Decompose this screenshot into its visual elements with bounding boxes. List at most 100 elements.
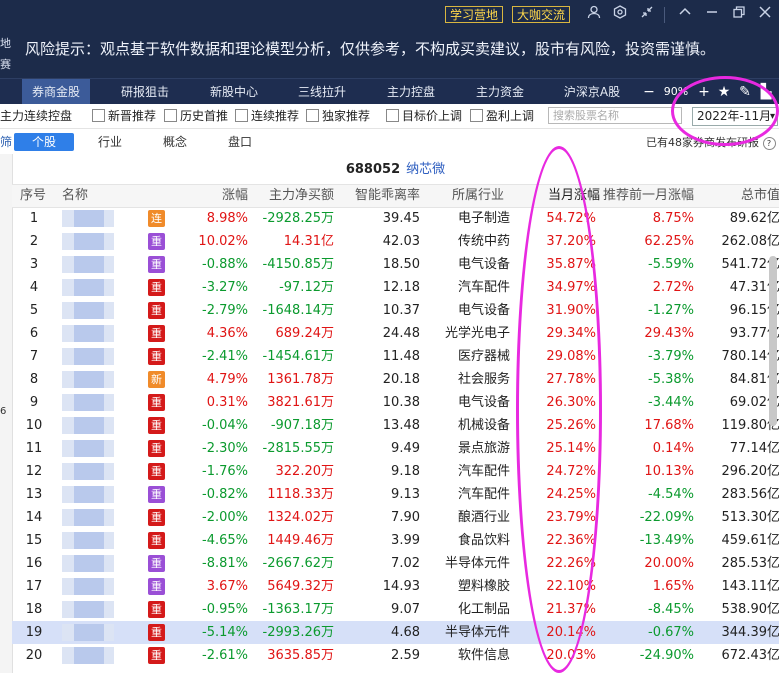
filter-exclusive[interactable]: 独家推荐 <box>306 108 370 124</box>
table-row[interactable]: 3 重 -0.88% -4150.85万 18.50 电气设备 35.87% -5.59% 54… <box>12 253 779 276</box>
chevron-up-icon[interactable] <box>675 5 695 25</box>
industry-cell[interactable]: 酿酒行业 <box>426 506 510 529</box>
checkbox[interactable] <box>235 109 248 122</box>
table-row[interactable]: 15 重 -4.65% 1449.46万 3.99 食品饮料 22.36% -13.49% 45… <box>12 529 779 552</box>
checkbox[interactable] <box>470 109 483 122</box>
industry-cell[interactable]: 光学光电子 <box>426 322 510 345</box>
user-icon[interactable] <box>584 5 604 25</box>
industry-cell[interactable]: 电气设备 <box>426 391 510 414</box>
table-row[interactable]: 19 重 -5.14% -2993.26万 4.68 半导体元件 20.14% -0.67% 3… <box>12 621 779 644</box>
industry-cell[interactable]: 化工制品 <box>426 598 510 621</box>
col-change[interactable]: 涨幅 <box>182 185 248 207</box>
table-row[interactable]: 7 重 -2.41% -1454.61万 11.48 医疗器械 29.08% -3.79% 78… <box>12 345 779 368</box>
industry-cell[interactable]: 景点旅游 <box>426 437 510 460</box>
industry-cell[interactable]: 传统中药 <box>426 230 510 253</box>
table-row[interactable]: 5 重 -2.79% -1648.14万 10.37 电气设备 31.90% -1.27% 96… <box>12 299 779 322</box>
industry-cell[interactable]: 食品饮料 <box>426 529 510 552</box>
industry-cell[interactable]: 汽车配件 <box>426 483 510 506</box>
table-row[interactable]: 1 连 8.98% -2928.25万 39.45 电子制造 54.72% 8.75% 89.6… <box>12 207 779 230</box>
filter-continuous[interactable]: 连续推荐 <box>235 108 299 124</box>
table-row[interactable]: 16 重 -8.81% -2667.62万 7.02 半导体元件 22.26% 20.00% 2… <box>12 552 779 575</box>
table-row[interactable]: 9 重 0.31% 3821.61万 10.38 电气设备 26.30% -3.44% 69.0… <box>12 391 779 414</box>
industry-cell[interactable]: 社会服务 <box>426 368 510 391</box>
table-row[interactable]: 18 重 -0.95% -1363.17万 9.07 化工制品 21.37% -8.45% 53… <box>12 598 779 621</box>
stock-name-blurred[interactable] <box>62 233 114 250</box>
filter-new-recommend[interactable]: 新晋推荐 <box>92 108 156 124</box>
stock-name-blurred[interactable] <box>62 509 114 526</box>
checkbox[interactable] <box>164 109 177 122</box>
industry-cell[interactable]: 半导体元件 <box>426 552 510 575</box>
table-row[interactable]: 12 重 -1.76% 322.20万 9.18 汽车配件 24.72% 10.13% 296.… <box>12 460 779 483</box>
stock-name-blurred[interactable] <box>62 601 114 618</box>
col-industry[interactable]: 所属行业 <box>452 185 504 207</box>
industry-cell[interactable]: 电子制造 <box>426 207 510 230</box>
stock-name-blurred[interactable] <box>62 486 114 503</box>
industry-cell[interactable]: 机械设备 <box>426 414 510 437</box>
settings-icon[interactable] <box>610 5 630 25</box>
col-index[interactable]: 序号 <box>20 185 46 207</box>
tab-three-line-rise[interactable]: 三线拉升 <box>287 79 357 105</box>
table-row[interactable]: 2 重 10.02% 14.31亿 42.03 传统中药 37.20% 62.25% 262.0… <box>12 230 779 253</box>
table-row[interactable]: 13 重 -0.82% 1118.33万 9.13 汽车配件 24.25% -4.54% 283… <box>12 483 779 506</box>
col-market-cap[interactable]: 总市值 <box>704 185 779 207</box>
tab-research-snipe[interactable]: 研报狙击 <box>110 79 180 105</box>
industry-cell[interactable]: 医疗器械 <box>426 345 510 368</box>
subtab-concept[interactable]: 概念 <box>145 133 205 151</box>
stock-name-blurred[interactable] <box>62 555 114 572</box>
stock-name-blurred[interactable] <box>62 394 114 411</box>
table-row[interactable]: 10 重 -0.04% -907.18万 13.48 机械设备 25.26% 17.68% 11… <box>12 414 779 437</box>
col-name[interactable]: 名称 <box>62 185 88 207</box>
tab-a-shares[interactable]: 沪深京A股 <box>554 79 630 105</box>
stock-name-blurred[interactable] <box>62 440 114 457</box>
filter-profit-up[interactable]: 盈利上调 <box>470 108 534 124</box>
table-row[interactable]: 6 重 4.36% 689.24万 24.48 光学光电子 29.34% 29.43% 93.7… <box>12 322 779 345</box>
tab-new-stock-center[interactable]: 新股中心 <box>199 79 269 105</box>
industry-cell[interactable]: 汽车配件 <box>426 460 510 483</box>
industry-cell[interactable]: 半导体元件 <box>426 621 510 644</box>
stock-name-blurred[interactable] <box>62 348 114 365</box>
stock-name-blurred[interactable] <box>62 371 114 388</box>
table-row[interactable]: 14 重 -2.00% 1324.02万 7.90 酿酒行业 23.79% -22.09% 51… <box>12 506 779 529</box>
stock-name-blurred[interactable] <box>62 325 114 342</box>
stock-name-blurred[interactable] <box>62 532 114 549</box>
info-icon[interactable]: ? <box>762 137 776 150</box>
industry-cell[interactable]: 软件信息 <box>426 644 510 667</box>
checkbox[interactable] <box>306 109 319 122</box>
tab-main-force-control[interactable]: 主力控盘 <box>376 79 446 105</box>
collapse-icon[interactable] <box>637 5 657 25</box>
filter-target-price-up[interactable]: 目标价上调 <box>386 108 462 124</box>
study-camp-button[interactable]: 学习营地 <box>445 6 504 23</box>
table-row[interactable]: 20 重 -2.61% 3635.85万 2.59 软件信息 20.03% -24.90% 67… <box>12 644 779 667</box>
table-row[interactable]: 17 重 3.67% 5649.32万 14.93 塑料橡胶 22.10% 1.65% 143.… <box>12 575 779 598</box>
table-row[interactable]: 4 重 -3.27% -97.12万 12.18 汽车配件 34.97% 2.72% 47.31… <box>12 276 779 299</box>
subtab-industry[interactable]: 行业 <box>80 133 140 151</box>
industry-cell[interactable]: 电气设备 <box>426 253 510 276</box>
stock-name-blurred[interactable] <box>62 578 114 595</box>
checkbox[interactable] <box>386 109 399 122</box>
tab-broker-gold-stocks[interactable]: 券商金股 <box>22 79 90 105</box>
filter-history-first[interactable]: 历史首推 <box>164 108 228 124</box>
subtab-stocks[interactable]: 个股 <box>14 133 74 151</box>
tab-main-force-funds[interactable]: 主力资金 <box>465 79 535 105</box>
industry-cell[interactable]: 汽车配件 <box>426 276 510 299</box>
expert-exchange-button[interactable]: 大咖交流 <box>512 6 571 23</box>
minimize-icon[interactable] <box>702 5 722 25</box>
table-row[interactable]: 8 新 4.79% 1361.78万 20.18 社会服务 27.78% -5.38% 84.8… <box>12 368 779 391</box>
restore-icon[interactable] <box>729 5 749 25</box>
vertical-scrollbar[interactable] <box>769 256 777 426</box>
zoom-out-button[interactable]: − <box>640 79 658 105</box>
main-force-control-label[interactable]: 主力连续控盘 <box>0 108 72 124</box>
table-row[interactable]: 11 重 -2.30% -2815.55万 9.49 景点旅游 25.14% 0.14% 77.… <box>12 437 779 460</box>
stock-search-input[interactable]: 搜索股票名称 <box>548 107 682 124</box>
stock-name-blurred[interactable] <box>62 647 114 664</box>
stock-name-blurred[interactable] <box>62 624 114 641</box>
col-bias[interactable]: 智能乖离率 <box>338 185 420 207</box>
stock-name-blurred[interactable] <box>62 417 114 434</box>
close-icon[interactable] <box>755 5 775 25</box>
stock-name-blurred[interactable] <box>62 256 114 273</box>
col-net-buy[interactable]: 主力净买额 <box>250 185 334 207</box>
stock-name-blurred[interactable] <box>62 302 114 319</box>
stock-name-blurred[interactable] <box>62 463 114 480</box>
industry-cell[interactable]: 电气设备 <box>426 299 510 322</box>
industry-cell[interactable]: 塑料橡胶 <box>426 575 510 598</box>
